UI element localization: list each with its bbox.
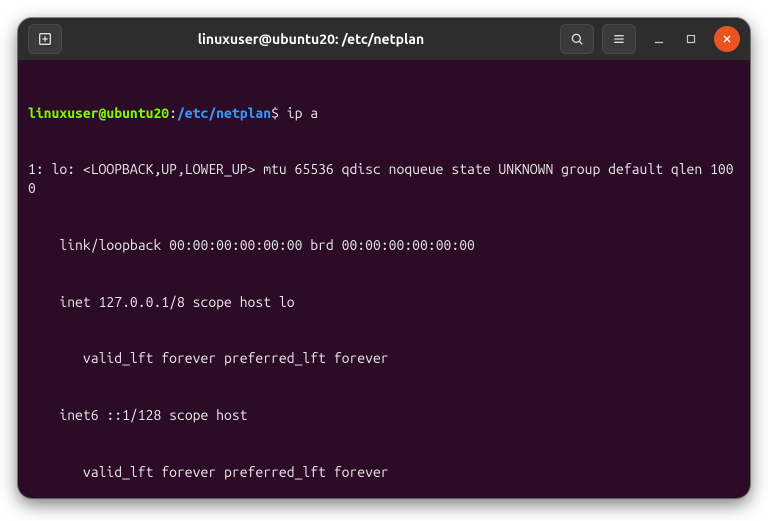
prompt-line: linuxuser@ubuntu20:/etc/netplan$ ip a [28, 104, 740, 123]
prompt-user-host: linuxuser@ubuntu20 [28, 105, 169, 121]
output-line: link/loopback 00:00:00:00:00:00 brd 00:0… [28, 236, 740, 255]
search-icon [569, 31, 585, 47]
close-button[interactable] [714, 26, 740, 52]
output-line: valid_lft forever preferred_lft forever [28, 463, 740, 482]
window-title: linuxuser@ubuntu20: /etc/netplan [198, 31, 424, 47]
titlebar: linuxuser@ubuntu20: /etc/netplan [18, 18, 750, 60]
close-icon [721, 33, 733, 45]
output-line: inet 127.0.0.1/8 scope host lo [28, 293, 740, 312]
prompt-dollar: $ [271, 105, 279, 121]
search-button[interactable] [560, 24, 594, 54]
new-tab-button[interactable] [28, 24, 62, 54]
maximize-icon [684, 32, 698, 46]
output-line: inet6 ::1/128 scope host [28, 406, 740, 425]
hamburger-icon [611, 31, 627, 47]
maximize-button[interactable] [682, 30, 700, 48]
window-controls [650, 26, 740, 52]
prompt-colon: : [169, 105, 177, 121]
minimize-icon [652, 32, 666, 46]
command-text: ip a [279, 105, 318, 121]
terminal-body[interactable]: linuxuser@ubuntu20:/etc/netplan$ ip a 1:… [18, 60, 750, 498]
output-line: 1: lo: <LOOPBACK,UP,LOWER_UP> mtu 65536 … [28, 160, 740, 198]
terminal-window: linuxuser@ubuntu20: /etc/netplan linuxus… [18, 18, 750, 498]
output-line: valid_lft forever preferred_lft forever [28, 349, 740, 368]
new-tab-icon [37, 31, 53, 47]
menu-button[interactable] [602, 24, 636, 54]
prompt-path: /etc/netplan [177, 105, 271, 121]
minimize-button[interactable] [650, 30, 668, 48]
